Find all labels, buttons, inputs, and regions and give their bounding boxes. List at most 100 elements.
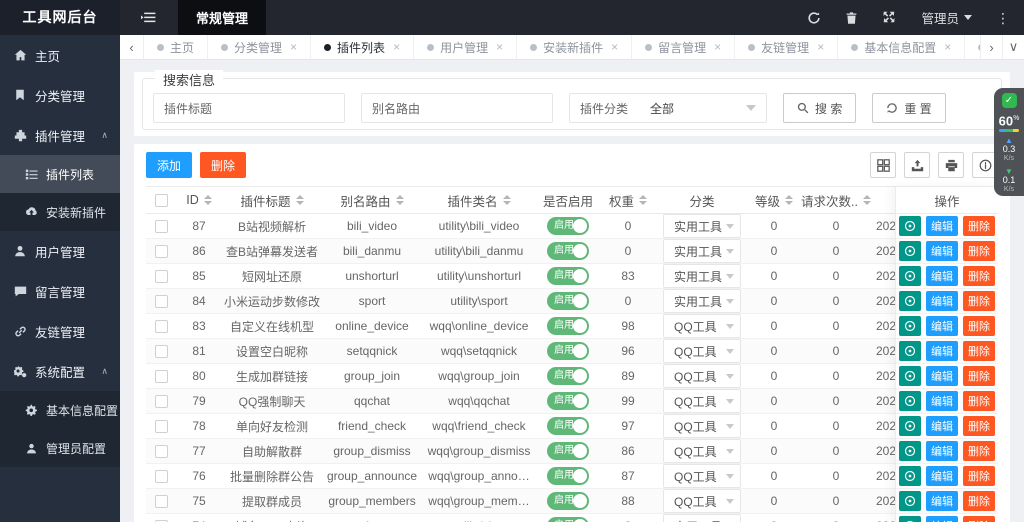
delete-row-button[interactable]: 删除 — [963, 516, 995, 522]
tabs-scroll-left-button[interactable]: ‹ — [120, 35, 144, 59]
network-monitor-widget[interactable]: ✓ 60% ▲ 0.3 K/s ▼ 0.1 K/s — [994, 88, 1024, 196]
category-select[interactable]: QQ工具 — [663, 389, 741, 413]
delete-row-button[interactable]: 删除 — [963, 291, 995, 311]
sidebar-item-admin-config[interactable]: 管理员配置 — [0, 429, 120, 467]
enabled-toggle[interactable]: 启用 — [547, 292, 589, 310]
close-icon[interactable]: × — [944, 40, 951, 54]
row-checkbox[interactable] — [154, 494, 168, 508]
header-alias[interactable]: 别名路由 — [322, 191, 422, 210]
edit-button[interactable]: 编辑 — [926, 491, 958, 511]
sidebar-toggle-button[interactable] — [120, 0, 178, 35]
close-icon[interactable]: × — [290, 40, 297, 54]
sort-icon[interactable] — [203, 195, 212, 205]
columns-grid-icon[interactable] — [870, 152, 896, 178]
fullscreen-icon[interactable] — [883, 11, 897, 25]
run-button[interactable] — [899, 416, 921, 436]
run-button[interactable] — [899, 266, 921, 286]
row-checkbox[interactable] — [154, 469, 168, 483]
header-level[interactable]: 等级 — [748, 191, 800, 210]
export-icon[interactable] — [904, 152, 930, 178]
tab-categories[interactable]: 分类管理 × — [208, 35, 312, 59]
run-button[interactable] — [899, 466, 921, 486]
print-icon[interactable] — [938, 152, 964, 178]
category-select[interactable]: 实用工具 — [663, 514, 741, 522]
delete-row-button[interactable]: 删除 — [963, 266, 995, 286]
enabled-toggle[interactable]: 启用 — [547, 392, 589, 410]
close-icon[interactable]: × — [817, 40, 824, 54]
category-select[interactable]: 实用工具 — [663, 239, 741, 263]
add-button[interactable]: 添加 — [146, 152, 193, 178]
kebab-menu-icon[interactable]: ⋮ — [996, 11, 1010, 25]
run-button[interactable] — [899, 516, 921, 522]
tab-admin-config[interactable]: 管理员配置× — [965, 35, 980, 59]
edit-button[interactable]: 编辑 — [926, 266, 958, 286]
sidebar-item-plugin-list[interactable]: 插件列表 — [0, 155, 120, 193]
edit-button[interactable]: 编辑 — [926, 516, 958, 522]
delete-row-button[interactable]: 删除 — [963, 441, 995, 461]
sort-icon[interactable] — [862, 195, 871, 205]
header-weight[interactable]: 权重 — [600, 191, 656, 210]
row-checkbox[interactable] — [154, 444, 168, 458]
run-button[interactable] — [899, 341, 921, 361]
tab-home[interactable]: 主页 — [144, 35, 209, 59]
sidebar-item-friendlinks[interactable]: 友链管理 — [0, 311, 120, 351]
enabled-toggle[interactable]: 启用 — [547, 267, 589, 285]
sort-icon[interactable] — [502, 195, 511, 205]
row-checkbox[interactable] — [154, 219, 168, 233]
enabled-toggle[interactable]: 启用 — [547, 492, 589, 510]
edit-button[interactable]: 编辑 — [926, 391, 958, 411]
header-requests[interactable]: 请求次数.. — [800, 191, 872, 210]
edit-button[interactable]: 编辑 — [926, 241, 958, 261]
category-select[interactable]: QQ工具 — [663, 314, 741, 338]
sidebar-item-home[interactable]: 主页 — [0, 35, 120, 75]
enabled-toggle[interactable]: 启用 — [547, 242, 589, 260]
search-button[interactable]: 搜 索 — [783, 93, 857, 123]
category-select[interactable]: QQ工具 — [663, 364, 741, 388]
delete-row-button[interactable]: 删除 — [963, 466, 995, 486]
category-select[interactable]: QQ工具 — [663, 439, 741, 463]
delete-row-button[interactable]: 删除 — [963, 491, 995, 511]
run-button[interactable] — [899, 291, 921, 311]
edit-button[interactable]: 编辑 — [926, 216, 958, 236]
category-select[interactable]: 实用工具 — [663, 264, 741, 288]
alias-route-input[interactable] — [430, 94, 552, 122]
edit-button[interactable]: 编辑 — [926, 291, 958, 311]
category-select[interactable]: QQ工具 — [663, 414, 741, 438]
top-tab-general[interactable]: 常规管理 — [178, 0, 267, 35]
row-checkbox[interactable] — [154, 294, 168, 308]
delete-row-button[interactable]: 删除 — [963, 416, 995, 436]
row-checkbox[interactable] — [154, 319, 168, 333]
header-title[interactable]: 插件标题 — [222, 191, 322, 210]
row-checkbox[interactable] — [154, 244, 168, 258]
enabled-toggle[interactable]: 启用 — [547, 317, 589, 335]
enabled-toggle[interactable]: 启用 — [547, 442, 589, 460]
enabled-toggle[interactable]: 启用 — [547, 517, 589, 522]
delete-row-button[interactable]: 删除 — [963, 341, 995, 361]
delete-row-button[interactable]: 删除 — [963, 391, 995, 411]
category-select[interactable]: QQ工具 — [663, 464, 741, 488]
reset-button[interactable]: 重 置 — [872, 93, 946, 123]
run-button[interactable] — [899, 316, 921, 336]
run-button[interactable] — [899, 241, 921, 261]
refresh-icon[interactable] — [807, 11, 821, 25]
sidebar-item-users[interactable]: 用户管理 — [0, 231, 120, 271]
close-icon[interactable]: × — [714, 40, 721, 54]
enabled-toggle[interactable]: 启用 — [547, 467, 589, 485]
category-select[interactable]: 实用工具 — [663, 214, 741, 238]
tab-messages[interactable]: 留言管理 × — [632, 35, 736, 59]
enabled-toggle[interactable]: 启用 — [547, 217, 589, 235]
tab-basic-config[interactable]: 基本信息配置 × — [838, 35, 966, 59]
edit-button[interactable]: 编辑 — [926, 341, 958, 361]
enabled-toggle[interactable]: 启用 — [547, 367, 589, 385]
select-all-checkbox[interactable] — [154, 193, 168, 207]
tabs-menu-button[interactable]: ∨ — [1002, 35, 1024, 59]
delete-row-button[interactable]: 删除 — [963, 366, 995, 386]
category-select[interactable]: 实用工具 — [663, 289, 741, 313]
sidebar-item-messages[interactable]: 留言管理 — [0, 271, 120, 311]
sort-icon[interactable] — [395, 195, 404, 205]
row-checkbox[interactable] — [154, 344, 168, 358]
run-button[interactable] — [899, 216, 921, 236]
tabs-scroll-right-button[interactable]: › — [980, 35, 1002, 59]
edit-button[interactable]: 编辑 — [926, 466, 958, 486]
sidebar-item-categories[interactable]: 分类管理 — [0, 75, 120, 115]
